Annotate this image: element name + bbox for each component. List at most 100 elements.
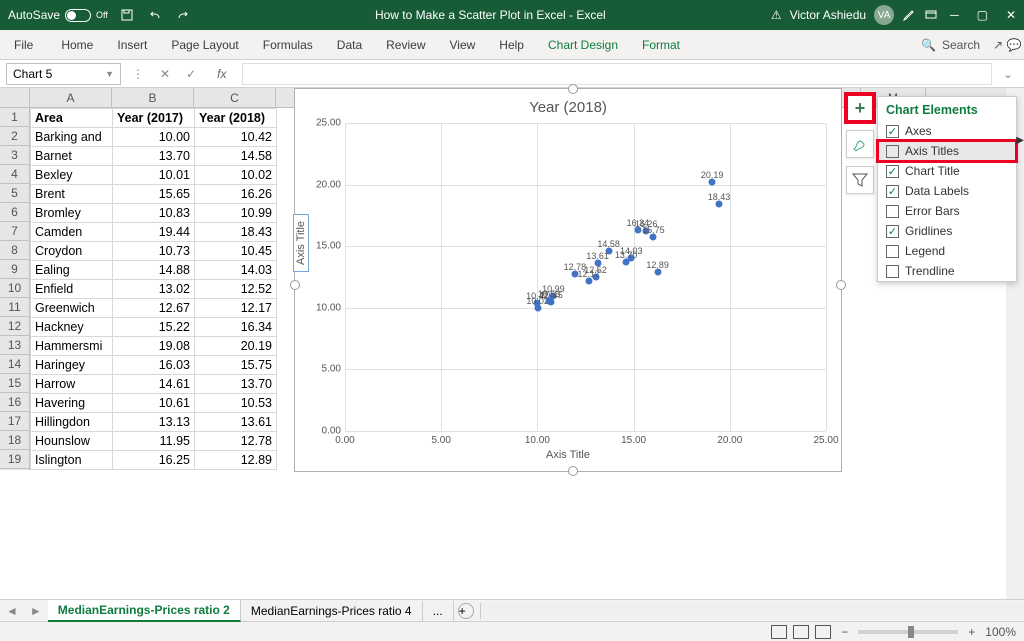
page-break-view-icon[interactable]: [815, 625, 831, 639]
row-header[interactable]: 1: [0, 108, 29, 127]
row-header[interactable]: 15: [0, 374, 29, 393]
horizontal-scrollbar[interactable]: [480, 603, 1024, 619]
y-axis-title[interactable]: Axis Title: [293, 214, 309, 272]
cell[interactable]: 14.88: [113, 261, 195, 280]
search-box[interactable]: 🔍 Search: [911, 38, 990, 52]
minimize-icon[interactable]: ─: [950, 8, 959, 22]
cell[interactable]: Haringey: [31, 356, 113, 375]
cell[interactable]: 10.53: [195, 394, 277, 413]
row-header[interactable]: 6: [0, 203, 29, 222]
cell[interactable]: 15.65: [113, 185, 195, 204]
table-header-cell[interactable]: Area: [31, 109, 113, 128]
cell[interactable]: 16.34: [195, 318, 277, 337]
cell[interactable]: 16.03: [113, 356, 195, 375]
cell[interactable]: 10.83: [113, 204, 195, 223]
row-header[interactable]: 14: [0, 355, 29, 374]
cell[interactable]: Croydon: [31, 242, 113, 261]
pen-icon[interactable]: [902, 8, 916, 22]
cell[interactable]: 14.03: [195, 261, 277, 280]
sheet-tab-more[interactable]: ...: [423, 601, 454, 621]
cell[interactable]: Bexley: [31, 166, 113, 185]
row-header[interactable]: 4: [0, 165, 29, 184]
zoom-value[interactable]: 100%: [985, 625, 1016, 639]
redo-icon[interactable]: [176, 8, 190, 22]
expand-formula-icon[interactable]: ⌄: [998, 65, 1018, 83]
maximize-icon[interactable]: ▢: [977, 8, 988, 22]
cell[interactable]: 13.13: [113, 413, 195, 432]
tab-data[interactable]: Data: [325, 32, 374, 58]
col-header[interactable]: C: [194, 88, 276, 107]
zoom-out-icon[interactable]: −: [841, 625, 848, 639]
row-header[interactable]: 3: [0, 146, 29, 165]
tab-page-layout[interactable]: Page Layout: [159, 32, 250, 58]
cell[interactable]: 15.75: [195, 356, 277, 375]
cancel-icon[interactable]: ✕: [155, 65, 175, 83]
col-header[interactable]: B: [112, 88, 194, 107]
cell[interactable]: 16.26: [195, 185, 277, 204]
row-header[interactable]: 16: [0, 393, 29, 412]
tab-format[interactable]: Format: [630, 32, 692, 58]
cell[interactable]: Havering: [31, 394, 113, 413]
cell[interactable]: 10.73: [113, 242, 195, 261]
row-header[interactable]: 18: [0, 431, 29, 450]
chart-element-item[interactable]: ✓Data Labels: [878, 181, 1016, 201]
cell[interactable]: Hackney: [31, 318, 113, 337]
cell[interactable]: Barking and: [31, 128, 113, 147]
display-options-icon[interactable]: [924, 8, 938, 22]
chart-styles-button[interactable]: [846, 130, 874, 158]
cell[interactable]: 12.67: [113, 299, 195, 318]
cell[interactable]: 16.25: [113, 451, 195, 470]
sheet-nav-right-icon[interactable]: ►: [24, 604, 48, 618]
cell[interactable]: Hounslow: [31, 432, 113, 451]
cell[interactable]: Greenwich: [31, 299, 113, 318]
cell[interactable]: 13.70: [195, 375, 277, 394]
sheet-tab-active[interactable]: MedianEarnings-Prices ratio 2: [48, 600, 241, 622]
flyout-arrow-icon[interactable]: ▶: [1016, 135, 1024, 146]
tab-home[interactable]: Home: [49, 32, 105, 58]
enter-icon[interactable]: ✓: [181, 65, 201, 83]
cell[interactable]: 11.95: [113, 432, 195, 451]
chart-element-item[interactable]: ✓Gridlines: [878, 221, 1016, 241]
cell[interactable]: Camden: [31, 223, 113, 242]
cell[interactable]: 15.22: [113, 318, 195, 337]
chart-element-item[interactable]: Axis Titles: [878, 141, 1016, 161]
cell[interactable]: Barnet: [31, 147, 113, 166]
fx-icon[interactable]: fx: [217, 67, 226, 81]
undo-icon[interactable]: [148, 8, 162, 22]
tab-help[interactable]: Help: [487, 32, 536, 58]
cell[interactable]: Ealing: [31, 261, 113, 280]
cell[interactable]: Hammersmi: [31, 337, 113, 356]
chart-element-item[interactable]: Error Bars: [878, 201, 1016, 221]
cell[interactable]: 12.89: [195, 451, 277, 470]
cell[interactable]: Enfield: [31, 280, 113, 299]
chart-element-item[interactable]: Legend: [878, 241, 1016, 261]
tab-insert[interactable]: Insert: [105, 32, 159, 58]
autosave-toggle[interactable]: AutoSave Off: [8, 8, 108, 22]
share-icon[interactable]: ↗: [990, 37, 1006, 53]
cell[interactable]: 10.99: [195, 204, 277, 223]
cell[interactable]: Harrow: [31, 375, 113, 394]
cell[interactable]: 12.78: [195, 432, 277, 451]
tab-review[interactable]: Review: [374, 32, 437, 58]
cell[interactable]: 19.44: [113, 223, 195, 242]
page-layout-view-icon[interactable]: [793, 625, 809, 639]
col-header[interactable]: A: [30, 88, 112, 107]
tab-view[interactable]: View: [438, 32, 488, 58]
save-icon[interactable]: [120, 8, 134, 22]
new-sheet-button[interactable]: +: [458, 603, 474, 619]
cell[interactable]: 12.17: [195, 299, 277, 318]
row-header[interactable]: 8: [0, 241, 29, 260]
cell[interactable]: 10.42: [195, 128, 277, 147]
chart-element-item[interactable]: ✓Chart Title: [878, 161, 1016, 181]
sheet-tab[interactable]: MedianEarnings-Prices ratio 4: [241, 601, 423, 621]
cell[interactable]: 10.00: [113, 128, 195, 147]
cell[interactable]: 10.02: [195, 166, 277, 185]
chart-object[interactable]: Year (2018) Axis Title 0.005.0010.0015.0…: [294, 88, 842, 472]
cell[interactable]: Bromley: [31, 204, 113, 223]
row-header[interactable]: 17: [0, 412, 29, 431]
row-header[interactable]: 9: [0, 260, 29, 279]
cell[interactable]: Brent: [31, 185, 113, 204]
cell[interactable]: Islington: [31, 451, 113, 470]
zoom-in-icon[interactable]: +: [968, 625, 975, 639]
cell[interactable]: 10.45: [195, 242, 277, 261]
